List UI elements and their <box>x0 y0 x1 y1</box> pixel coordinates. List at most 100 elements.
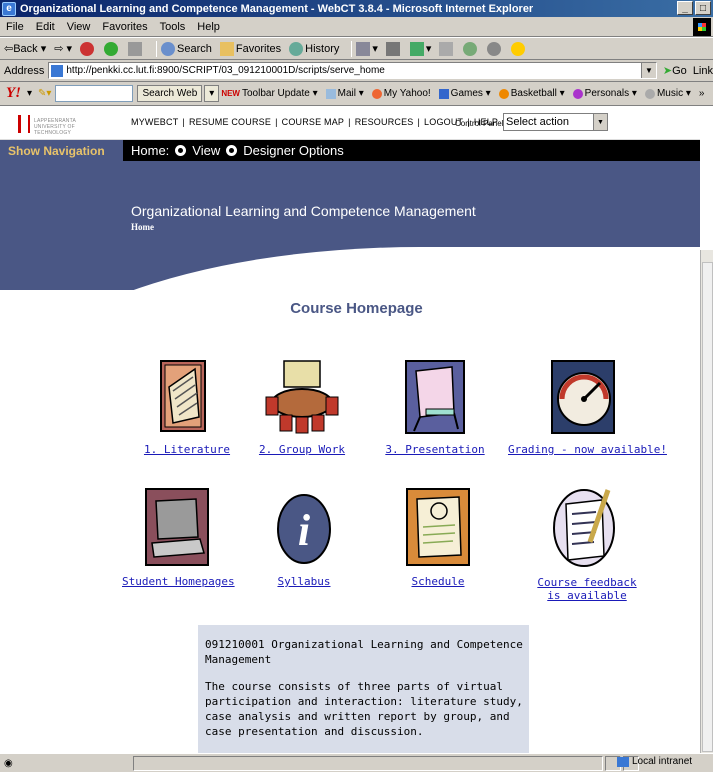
syllabus-link[interactable]: Syllabus <box>278 575 331 588</box>
favorites-icon <box>219 41 234 56</box>
designer-options-label[interactable]: Designer Options <box>243 143 343 158</box>
menu-bar: File Edit View Favorites Tools Help <box>0 17 713 37</box>
page-status-icon: ◉ <box>4 757 13 769</box>
meeting-table-icon[interactable] <box>262 357 342 437</box>
tile-presentation[interactable]: 3. Presentation <box>385 357 485 456</box>
windows-logo-icon <box>693 18 711 36</box>
breadcrumb[interactable]: Home <box>131 222 154 232</box>
toolbar-separator <box>156 40 158 57</box>
book-icon[interactable] <box>155 357 219 437</box>
games-icon <box>438 88 449 99</box>
info-icon[interactable]: i <box>272 487 336 569</box>
menu-file[interactable]: File <box>6 21 24 33</box>
show-navigation-link[interactable]: Show Navigation <box>0 140 123 161</box>
favorites-button[interactable]: Favorites <box>219 41 281 56</box>
menu-help[interactable]: Help <box>197 21 220 33</box>
address-url: http://penkki.cc.lut.fi:8900/SCRIPT/03_0… <box>66 65 385 76</box>
view-label[interactable]: View <box>192 143 220 158</box>
gauge-icon[interactable] <box>548 357 618 437</box>
window-title: Organizational Learning and Competence M… <box>20 2 534 15</box>
my-yahoo-link[interactable]: My Yahoo! <box>371 88 431 99</box>
security-zone: Local intranet <box>617 756 692 767</box>
print-button[interactable] <box>385 41 402 56</box>
search-web-button[interactable]: Search Web <box>137 85 203 102</box>
notebook-icon[interactable] <box>403 487 473 569</box>
search-dropdown-button[interactable]: ▾ <box>204 85 220 102</box>
more-chevron[interactable]: » <box>699 88 705 99</box>
search-button[interactable]: Search <box>161 41 212 56</box>
group-work-link[interactable]: 2. Group Work <box>259 443 345 456</box>
tile-schedule[interactable]: Schedule <box>398 487 478 588</box>
nav-resume-course[interactable]: RESUME COURSE <box>189 117 271 127</box>
home-mode-label: Home: <box>131 143 170 158</box>
chevron-down-icon[interactable]: ▼ <box>593 114 607 130</box>
intranet-icon <box>617 756 629 767</box>
webct-page: LAPPEENRANTA UNIVERSITY OF TECHNOLOGY MY… <box>0 107 700 753</box>
tile-literature[interactable]: 1. Literature <box>132 357 242 456</box>
tile-group-work[interactable]: 2. Group Work <box>256 357 348 456</box>
research-button[interactable] <box>487 41 503 56</box>
messenger-button[interactable] <box>463 41 479 56</box>
checklist-pen-icon[interactable] <box>550 482 624 570</box>
mail-icon <box>356 41 371 56</box>
back-button[interactable]: ⇦Back ▾ <box>4 42 46 55</box>
mail-button[interactable]: ▾ <box>356 41 378 56</box>
toolbar-update-button[interactable]: NEW Toolbar Update ▾ <box>221 88 317 99</box>
edit-button[interactable]: ▾ <box>409 41 431 56</box>
tile-student-homepages[interactable]: Student Homepages <box>122 487 235 588</box>
designer-radio[interactable] <box>226 145 238 156</box>
scrollbar-thumb[interactable] <box>702 262 713 752</box>
mail-link[interactable]: Mail ▾ <box>325 88 364 99</box>
yahoo-logo-icon[interactable]: Y! <box>6 85 21 102</box>
messenger-icon <box>463 41 478 56</box>
webct-top-nav: MYWEBCT | RESUME COURSE | COURSE MAP | R… <box>131 117 499 127</box>
discuss-icon <box>439 41 454 56</box>
chevron-down-icon[interactable]: ▼ <box>640 63 656 78</box>
view-radio[interactable] <box>175 145 187 156</box>
presentation-link[interactable]: 3. Presentation <box>385 443 484 456</box>
forward-button[interactable]: ⇨ ▾ <box>54 42 72 55</box>
course-description-text: The course consists of three parts of vi… <box>205 680 523 738</box>
personals-link[interactable]: Personals ▾ <box>572 88 637 99</box>
yahoo-search-input[interactable] <box>55 85 134 102</box>
smiley-button[interactable] <box>511 41 527 56</box>
edit-icon <box>409 41 424 56</box>
select-action-dropdown[interactable]: Select action ▼ <box>503 113 608 131</box>
tile-grading[interactable]: Grading - now available! <box>508 357 667 456</box>
stop-button[interactable] <box>80 41 96 56</box>
nav-course-map[interactable]: COURSE MAP <box>282 117 345 127</box>
menu-edit[interactable]: Edit <box>36 21 55 33</box>
discuss-button[interactable] <box>439 41 455 56</box>
tile-syllabus[interactable]: i Syllabus <box>264 487 344 588</box>
history-button[interactable]: History <box>289 41 339 56</box>
control-panel-label: Control Panel <box>455 119 504 128</box>
music-link[interactable]: Music ▾ <box>644 88 691 99</box>
maximize-button[interactable]: □ <box>695 1 711 15</box>
basketball-link[interactable]: Basketball ▾ <box>498 88 565 99</box>
tile-course-feedback[interactable]: Course feedback is available <box>512 482 662 602</box>
course-description-title: 091210001 Organizational Learning and Co… <box>205 638 523 666</box>
schedule-link[interactable]: Schedule <box>412 575 465 588</box>
yahoo-toolbar: Y! ▾ ✎▾ Search Web ▾ NEW Toolbar Update ▾… <box>0 82 713 106</box>
go-button[interactable]: ➤ Go <box>663 64 687 78</box>
links-label[interactable]: Link <box>693 65 713 77</box>
grading-link[interactable]: Grading - now available! <box>508 443 667 456</box>
pencil-icon[interactable]: ✎▾ <box>38 88 51 99</box>
laptop-icon[interactable] <box>142 487 212 569</box>
chevron-down-icon[interactable]: ▾ <box>27 88 32 99</box>
refresh-button[interactable] <box>104 41 120 56</box>
nav-resources[interactable]: RESOURCES <box>355 117 414 127</box>
literature-link[interactable]: 1. Literature <box>144 443 230 456</box>
vertical-scrollbar[interactable] <box>700 250 713 753</box>
course-feedback-link[interactable]: Course feedback is available <box>532 576 642 602</box>
minimize-button[interactable]: _ <box>677 1 693 15</box>
menu-tools[interactable]: Tools <box>160 21 186 33</box>
address-input[interactable]: http://penkki.cc.lut.fi:8900/SCRIPT/03_0… <box>48 62 657 79</box>
nav-mywebct[interactable]: MYWEBCT <box>131 117 178 127</box>
presentation-easel-icon[interactable] <box>400 357 470 437</box>
menu-view[interactable]: View <box>67 21 91 33</box>
menu-favorites[interactable]: Favorites <box>102 21 147 33</box>
student-homepages-link[interactable]: Student Homepages <box>122 575 235 588</box>
games-link[interactable]: Games ▾ <box>438 88 491 99</box>
home-button[interactable] <box>128 41 144 56</box>
